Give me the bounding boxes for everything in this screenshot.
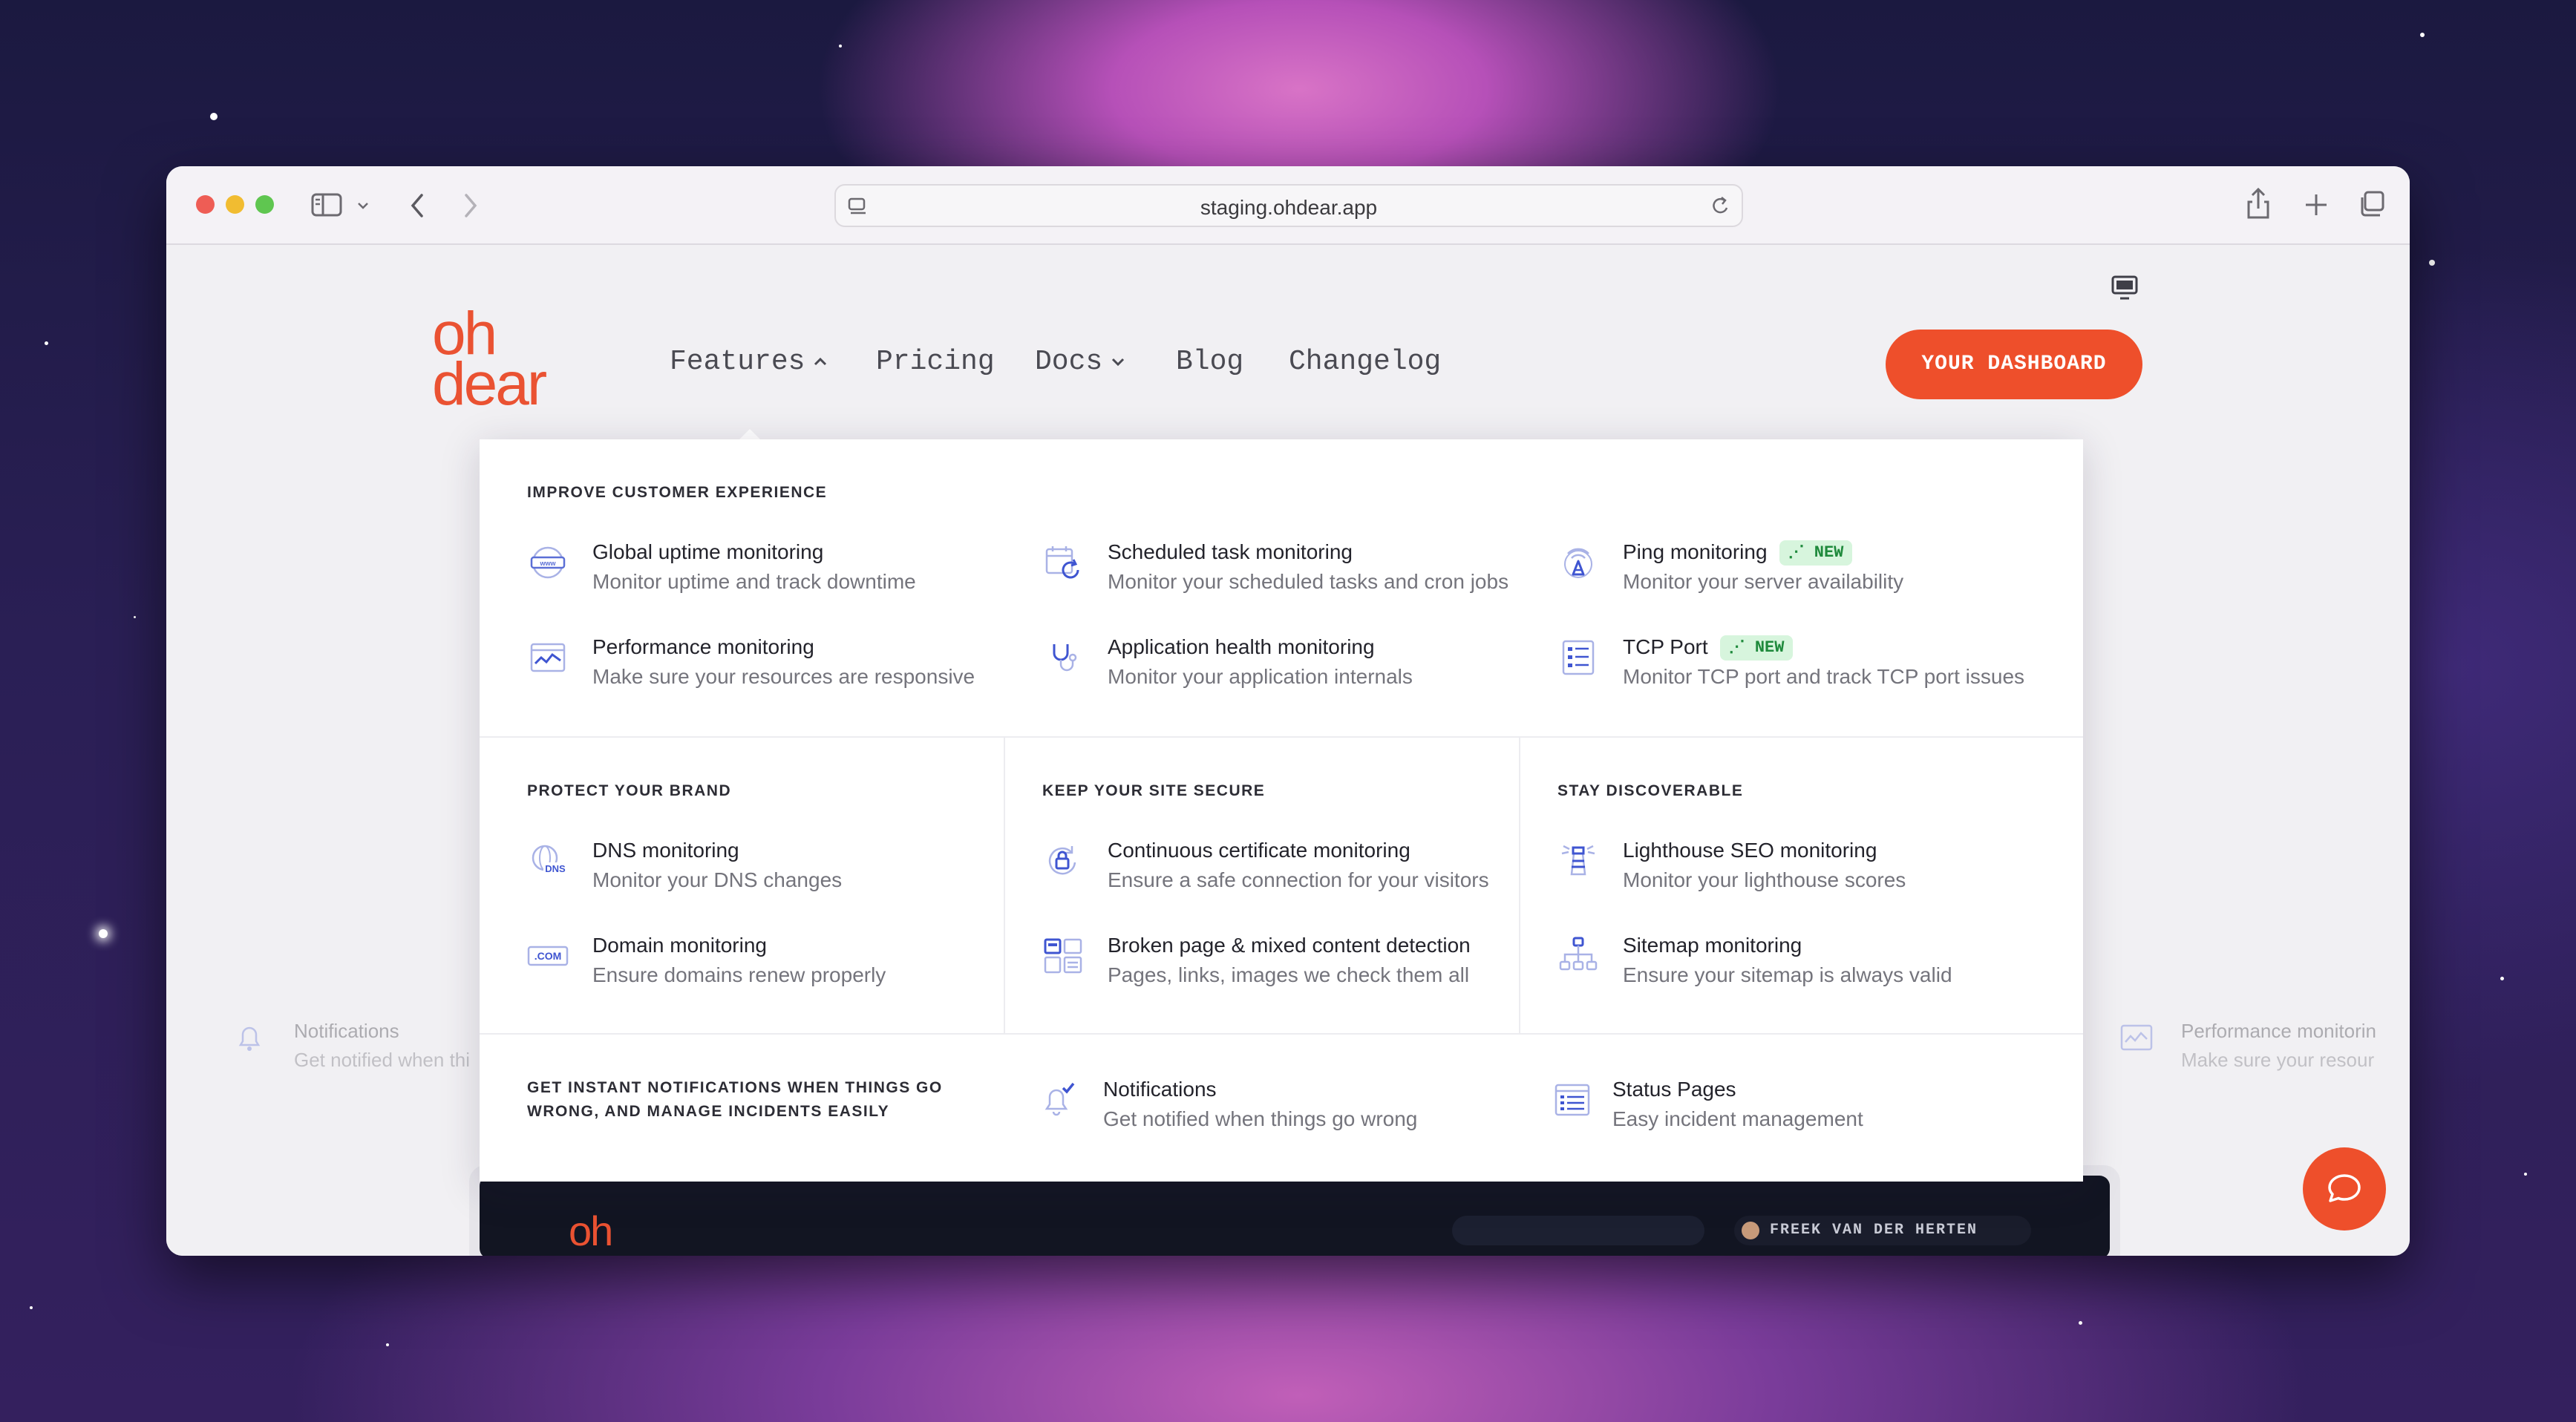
reload-icon[interactable] xyxy=(1709,194,1733,218)
features-dropdown: IMPROVE CUSTOMER EXPERIENCE www Global u… xyxy=(480,439,2083,1182)
menu-item-subtitle: Ensure domains renew properly xyxy=(592,963,886,986)
menu-item-title: Broken page & mixed content detection xyxy=(1108,934,1471,957)
calendar-refresh-icon xyxy=(1045,546,1079,579)
grid-pages-icon xyxy=(1044,938,1082,974)
antenna-icon xyxy=(1564,548,1592,578)
close-window-button[interactable] xyxy=(196,195,215,214)
address-bar[interactable]: staging.ohdear.app xyxy=(834,184,1743,227)
menu-item-title: Scheduled task monitoring xyxy=(1108,540,1353,563)
new-badge-label: NEW xyxy=(1814,543,1844,562)
new-badge: ⋰ NEW xyxy=(1779,540,1853,566)
menu-item-title: Notifications xyxy=(1103,1078,1217,1101)
browser-toolbar: staging.ohdear.app xyxy=(166,166,2410,245)
ohdear-logo[interactable]: oh dear xyxy=(432,304,547,418)
chat-launcher-button[interactable] xyxy=(2303,1147,2386,1231)
menu-item-subtitle: Ensure your sitemap is always valid xyxy=(1623,963,1952,986)
your-dashboard-button[interactable]: YOUR DASHBOARD xyxy=(1886,330,2142,399)
logo-line-dear: dear xyxy=(432,350,547,418)
chevron-down-icon xyxy=(1112,358,1125,367)
bell-check-icon xyxy=(238,1026,261,1051)
nav-docs-label: Docs xyxy=(1035,346,1103,378)
status-list-icon xyxy=(1555,1084,1590,1116)
svg-text:www: www xyxy=(539,560,556,567)
menu-item-title: Domain monitoring xyxy=(592,934,767,957)
browser-window: staging.ohdear.app oh dear Features Pric… xyxy=(166,166,2410,1256)
section-title-line: WRONG, AND MANAGE INCIDENTS EASILY xyxy=(527,1103,890,1120)
menu-item-title: Performance monitoring xyxy=(592,635,814,658)
forward-arrow-icon[interactable] xyxy=(460,191,481,220)
section-title-discoverable: STAY DISCOVERABLE xyxy=(1557,782,1744,799)
sitemap-icon xyxy=(1559,937,1598,971)
tab-overview-icon[interactable] xyxy=(2356,189,2387,220)
web-page: oh dear Features Pricing Docs Blog Chang… xyxy=(166,245,2410,1256)
preview-user-chip: FREEK VAN DER HERTEN xyxy=(1734,1216,2031,1245)
menu-item-title: Ping monitoring xyxy=(1623,540,1768,563)
dns-globe-icon: DNS xyxy=(532,845,567,874)
menu-item-title: Sitemap monitoring xyxy=(1623,934,1802,957)
share-icon[interactable] xyxy=(2243,186,2273,221)
menu-item-title: Global uptime monitoring xyxy=(592,540,824,563)
stethoscope-icon xyxy=(1053,644,1077,672)
svg-text:.COM: .COM xyxy=(535,950,562,962)
new-badge-label: NEW xyxy=(1754,638,1785,657)
menu-item-subtitle: Get notified when things go wrong xyxy=(1103,1107,1418,1130)
chat-bubble-icon xyxy=(2328,1174,2361,1202)
menu-item-subtitle: Monitor uptime and track downtime xyxy=(592,570,916,593)
bell-check-icon xyxy=(1045,1082,1075,1116)
nav-changelog[interactable]: Changelog xyxy=(1289,346,1441,378)
menu-item-title: Status Pages xyxy=(1612,1078,1736,1101)
menu-item-title: Continuous certificate monitoring xyxy=(1108,839,1410,862)
section-title-notifications: GET INSTANT NOTIFICATIONS WHEN THINGS GO… xyxy=(527,1076,943,1124)
lock-refresh-icon xyxy=(1048,846,1076,875)
ghost-subtitle: Get notified when thi xyxy=(294,1049,471,1071)
menu-item-subtitle: Make sure your resources are responsive xyxy=(592,665,975,688)
menu-item-subtitle: Monitor your server availability xyxy=(1623,570,1904,593)
svg-text:DNS: DNS xyxy=(545,863,566,874)
monitor-theme-icon[interactable] xyxy=(2110,273,2139,303)
nav-blog[interactable]: Blog xyxy=(1176,346,1243,378)
new-badge: ⋰ NEW xyxy=(1719,635,1794,661)
menu-item-subtitle: Monitor your application internals xyxy=(1108,665,1413,688)
nav-pricing[interactable]: Pricing xyxy=(876,346,995,378)
nav-features[interactable]: Features xyxy=(670,346,828,378)
chevron-up-icon xyxy=(814,357,827,366)
menu-item-subtitle: Monitor TCP port and track TCP port issu… xyxy=(1623,665,2025,688)
preview-logo: oh xyxy=(569,1208,613,1254)
ghost-subtitle: Make sure your resour xyxy=(2181,1049,2375,1071)
menu-item-title: Application health monitoring xyxy=(1108,635,1375,658)
avatar xyxy=(1742,1222,1759,1239)
section-title-secure: KEEP YOUR SITE SECURE xyxy=(1042,782,1266,799)
menu-item-subtitle: Easy incident management xyxy=(1612,1107,1863,1130)
dot-com-icon: .COM xyxy=(527,946,569,966)
url-text: staging.ohdear.app xyxy=(1200,196,1378,219)
lighthouse-icon xyxy=(1561,845,1595,876)
server-list-icon xyxy=(1562,640,1595,675)
chevron-down-icon[interactable] xyxy=(356,200,370,211)
menu-item-subtitle: Monitor your DNS changes xyxy=(592,868,843,891)
www-globe-icon: www xyxy=(530,546,566,579)
performance-chart-icon xyxy=(2120,1024,2153,1051)
nav-docs[interactable]: Docs xyxy=(1035,346,1126,378)
menu-item-subtitle: Monitor your scheduled tasks and cron jo… xyxy=(1108,570,1509,593)
zoom-window-button[interactable] xyxy=(255,195,274,214)
menu-item-title: TCP Port xyxy=(1623,635,1708,658)
menu-item-title: DNS monitoring xyxy=(592,839,739,862)
new-tab-plus-icon[interactable] xyxy=(2301,190,2331,220)
sidebar-toggle-icon[interactable] xyxy=(310,191,343,218)
menu-item-subtitle: Pages, links, images we check them all xyxy=(1108,963,1470,986)
minimize-window-button[interactable] xyxy=(226,195,244,214)
section-title-protect: PROTECT YOUR BRAND xyxy=(527,782,732,799)
performance-chart-icon xyxy=(530,643,566,672)
nav-features-label: Features xyxy=(670,346,805,378)
section-title-improve: IMPROVE CUSTOMER EXPERIENCE xyxy=(527,484,828,501)
ghost-title: Performance monitorin xyxy=(2181,1020,2376,1042)
ghost-title: Notifications xyxy=(294,1020,399,1042)
back-arrow-icon[interactable] xyxy=(407,191,428,220)
menu-item-subtitle: Ensure a safe connection for your visito… xyxy=(1108,868,1489,891)
section-title-line: GET INSTANT NOTIFICATIONS WHEN THINGS GO xyxy=(527,1079,943,1096)
preview-username: FREEK VAN DER HERTEN xyxy=(1770,1222,1978,1239)
menu-item-subtitle: Monitor your lighthouse scores xyxy=(1623,868,1906,891)
menu-item-title: Lighthouse SEO monitoring xyxy=(1623,839,1877,862)
preview-search xyxy=(1452,1216,1704,1245)
